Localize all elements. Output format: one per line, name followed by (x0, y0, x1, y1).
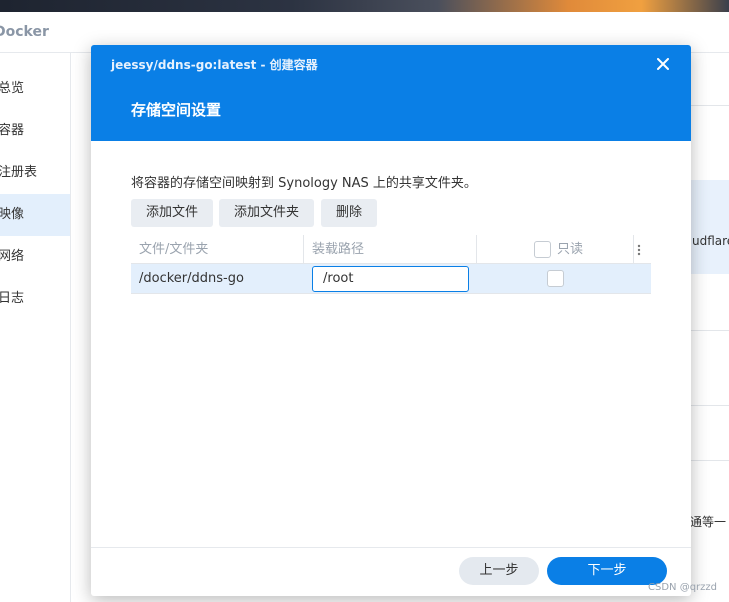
dialog-subtitle: jeessy/ddns-go:latest - 创建容器 (111, 58, 318, 72)
read-only-checkbox[interactable] (547, 270, 564, 287)
close-icon (657, 58, 669, 70)
column-divider[interactable] (476, 235, 477, 264)
bg-list-text: udflare (692, 234, 729, 248)
column-header-read-only[interactable]: 只读 (557, 235, 583, 264)
dialog-header: jeessy/ddns-go:latest - 创建容器 存储空间设置 (91, 45, 691, 141)
create-container-dialog: jeessy/ddns-go:latest - 创建容器 存储空间设置 将容器的… (91, 45, 691, 596)
desktop-wallpaper (0, 0, 729, 12)
column-header-file-folder[interactable]: 文件/文件夹 (139, 235, 208, 264)
sidebar-item-overview[interactable]: 总览 (0, 68, 70, 110)
app-title: Docker (0, 24, 49, 40)
column-divider[interactable] (303, 235, 304, 264)
app-sidebar: 总览 容器 注册表 映像 网络 日志 (0, 68, 70, 320)
table-header: 文件/文件夹 装载路径 只读 (131, 235, 651, 264)
column-divider[interactable] (633, 235, 634, 264)
watermark: CSDN @qrzzd (648, 582, 717, 593)
sidebar-item-images[interactable]: 映像 (0, 194, 70, 236)
volume-table: 文件/文件夹 装载路径 只读 /docker/ddns-go /root (131, 235, 651, 294)
table-row[interactable]: /docker/ddns-go /root (131, 264, 651, 294)
dialog-footer-divider (91, 547, 691, 548)
storage-description: 将容器的存储空间映射到 Synology NAS 上的共享文件夹。 (131, 176, 477, 191)
bg-list-divider (690, 405, 729, 406)
sidebar-divider (70, 52, 71, 602)
bg-list-selected-row (690, 180, 729, 274)
bg-list-divider (690, 460, 729, 461)
bg-list-text: 通等一 (690, 515, 727, 529)
sidebar-item-registry[interactable]: 注册表 (0, 152, 70, 194)
mount-path-input[interactable]: /root (312, 266, 469, 292)
more-vertical-icon (637, 244, 641, 255)
bg-list-divider (690, 105, 729, 106)
dialog-title: 存储空间设置 (131, 101, 222, 119)
prev-step-button[interactable]: 上一步 (459, 557, 539, 585)
column-header-mount-path[interactable]: 装载路径 (312, 235, 364, 264)
add-folder-button[interactable]: 添加文件夹 (219, 199, 314, 227)
close-icon[interactable] (653, 55, 673, 75)
read-only-all-checkbox[interactable] (534, 241, 551, 258)
next-step-button[interactable]: 下一步 (547, 557, 667, 585)
sidebar-item-containers[interactable]: 容器 (0, 110, 70, 152)
bg-list-divider (690, 330, 729, 331)
sidebar-item-log[interactable]: 日志 (0, 278, 70, 320)
row-file-folder: /docker/ddns-go (139, 271, 244, 286)
column-menu-icon[interactable] (637, 235, 641, 264)
sidebar-item-network[interactable]: 网络 (0, 236, 70, 278)
delete-button[interactable]: 删除 (321, 199, 377, 227)
add-file-button[interactable]: 添加文件 (131, 199, 213, 227)
